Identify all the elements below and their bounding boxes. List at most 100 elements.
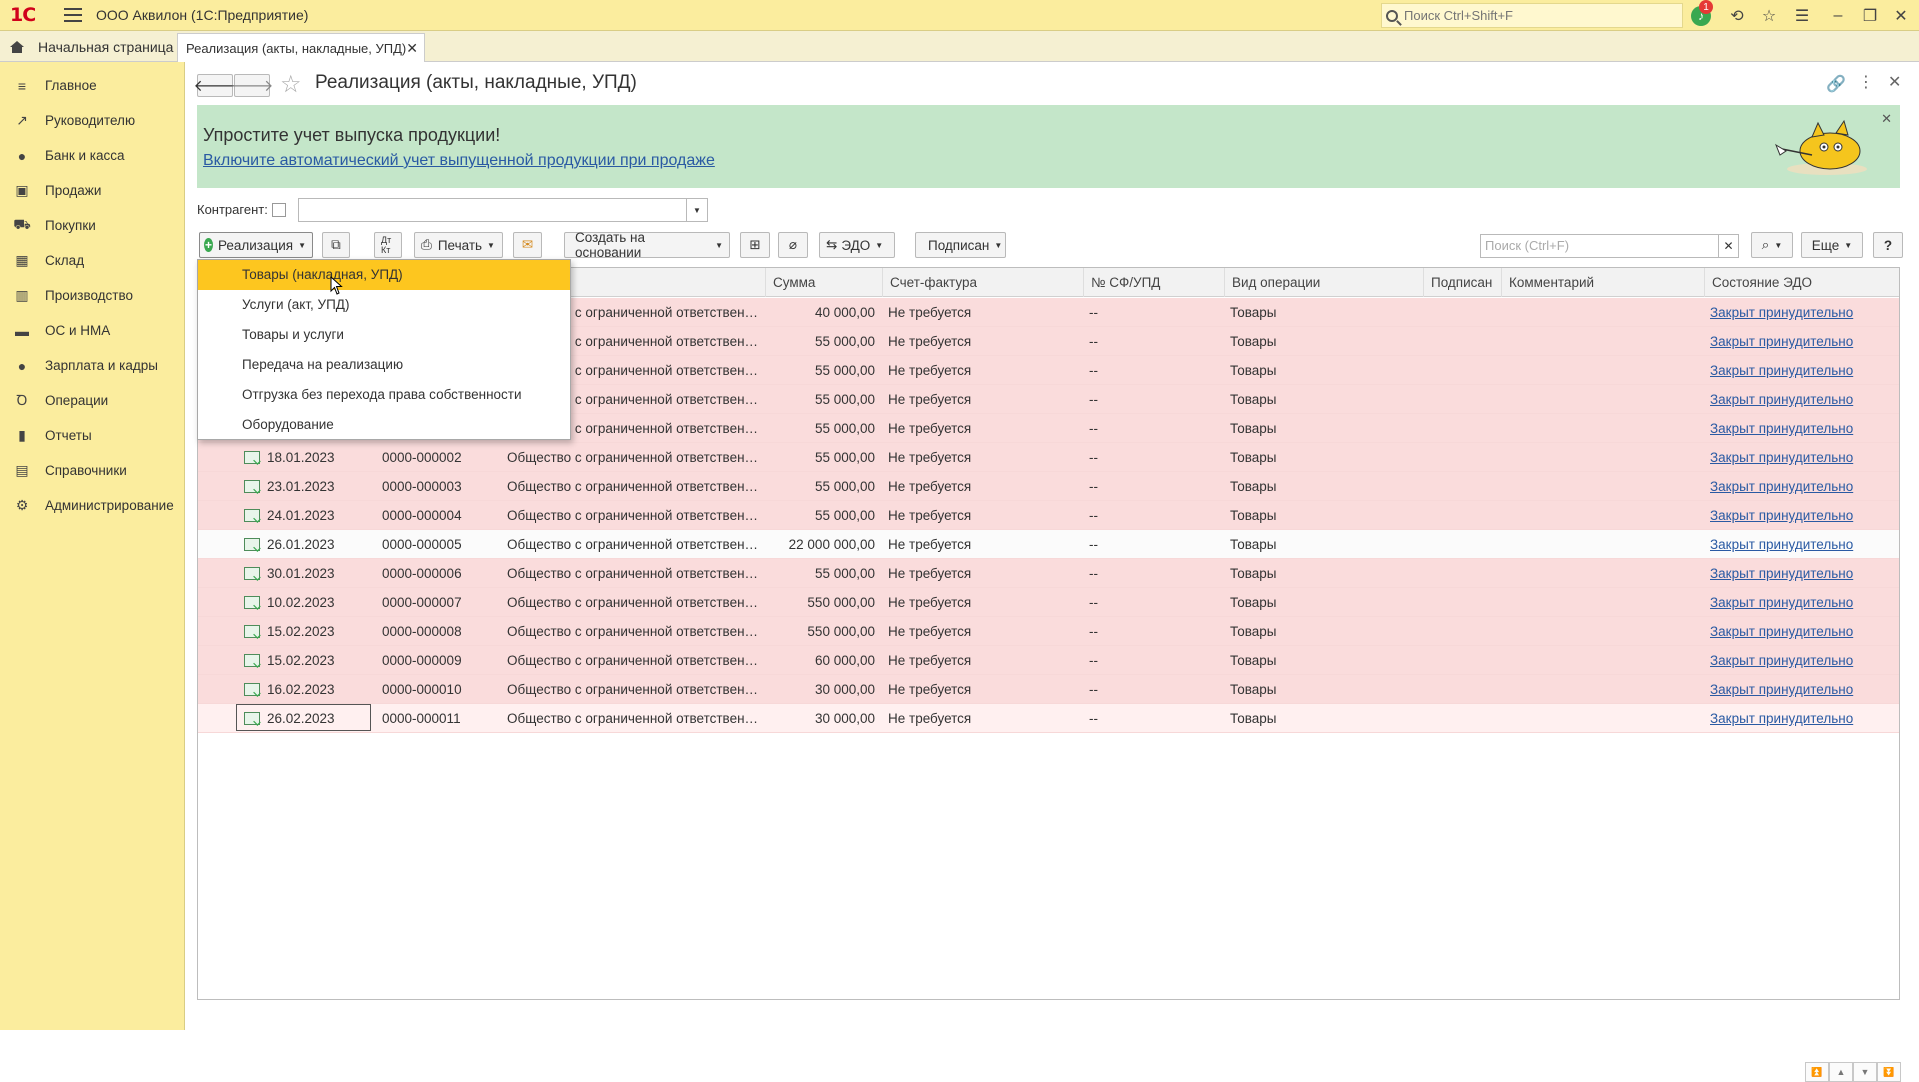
counterparty-dropdown-button[interactable]: ▼ [687, 198, 708, 222]
sidebar-item-references[interactable]: ▤ Справочники [0, 453, 184, 488]
cell-sum: 55 000,00 [814, 363, 875, 378]
clear-search-icon[interactable]: ✕ [1719, 234, 1739, 258]
cell-sum: 22 000 000,00 [788, 537, 875, 552]
sidebar-item-salary[interactable]: ● Зарплата и кадры [0, 348, 184, 383]
back-button[interactable]: 🡐 [194, 74, 236, 97]
show-postings-button[interactable]: Дт Кт [374, 232, 402, 258]
signed-button[interactable]: Подписан ▼ [915, 232, 1006, 258]
menu-item-consignment[interactable]: Передача на реализацию [198, 350, 570, 380]
counterparty-checkbox[interactable] [272, 203, 286, 217]
sidebar-item-admin[interactable]: ⚙ Администрирование [0, 488, 184, 523]
cell-edo[interactable]: Закрыт принудительно [1710, 675, 1899, 704]
document-structure-button[interactable]: ⊞ [740, 232, 770, 258]
attach-files-button[interactable]: ⌀ [778, 232, 808, 258]
sidebar-item-reports[interactable]: ▮ Отчеты [0, 418, 184, 453]
table-row[interactable]: 16.02.2023 0000-000010 Общество с ограниче… [198, 675, 1899, 704]
history-icon[interactable]: ⟲ [1725, 4, 1749, 28]
header-sum[interactable]: Сумма [765, 268, 882, 297]
counterparty-input[interactable] [298, 198, 687, 222]
forward-button[interactable]: 🡒 [231, 74, 273, 97]
global-search[interactable] [1381, 3, 1683, 28]
header-invoice[interactable]: Счет-фактура [882, 268, 1083, 297]
table-row[interactable]: 24.01.2023 0000-000004 Общество с ограниче… [198, 501, 1899, 530]
cell-sum: 550 000,00 [807, 624, 875, 639]
header-comment[interactable]: Комментарий [1501, 268, 1704, 297]
cell-edo[interactable]: Закрыт принудительно [1710, 530, 1899, 559]
sidebar-item-warehouse[interactable]: ▦ Склад [0, 243, 184, 278]
table-row[interactable]: 18.01.2023 0000-000002 Общество с ограниче… [198, 443, 1899, 472]
favorites-star-icon[interactable]: ☆ [1757, 4, 1781, 28]
cell-edo[interactable]: Закрыт принудительно [1710, 559, 1899, 588]
cell-edo[interactable]: Закрыт принудительно [1710, 443, 1899, 472]
menu-item-goods[interactable]: Товары (накладная, УПД) [198, 260, 570, 290]
close-banner-icon[interactable]: ✕ [1881, 111, 1892, 127]
more-button[interactable]: Еще ▼ [1801, 232, 1863, 258]
create-based-on-button[interactable]: Создать на основании ▼ [564, 230, 730, 260]
header-operation[interactable]: Вид операции [1224, 268, 1423, 297]
sidebar-item-purchases[interactable]: ⛟ Покупки [0, 208, 184, 243]
header-sfupd[interactable]: № СФ/УПД [1083, 268, 1224, 297]
global-search-input[interactable] [1404, 8, 1664, 23]
scroll-up-button[interactable]: ▲ [1829, 1062, 1853, 1082]
menu-item-goods-services[interactable]: Товары и услуги [198, 320, 570, 350]
banner-link[interactable]: Включите автоматический учет выпущенной … [203, 152, 715, 170]
scroll-top-button[interactable]: ⏫ [1805, 1062, 1829, 1082]
cell-edo[interactable]: Закрыт принудительно [1710, 298, 1899, 327]
cell-edo[interactable]: Закрыт принудительно [1710, 588, 1899, 617]
add-favorite-star-icon[interactable]: ☆ [280, 70, 302, 99]
table-row[interactable]: 10.02.2023 0000-000007 Общество с ограниче… [198, 588, 1899, 617]
cell-edo[interactable]: Закрыт принудительно [1710, 356, 1899, 385]
cell-edo[interactable]: Закрыт принудительно [1710, 646, 1899, 675]
restore-window-icon[interactable]: ❐ [1858, 4, 1882, 28]
menu-item-shipment-no-ownership[interactable]: Отгрузка без перехода права собственност… [198, 380, 570, 410]
list-search-input[interactable]: Поиск (Ctrl+F) [1480, 234, 1719, 258]
tab-current[interactable]: Реализация (акты, накладные, УПД) ✕ [177, 33, 425, 62]
functions-menu-icon[interactable]: ☰ [1790, 4, 1814, 28]
help-button[interactable]: ? [1873, 232, 1903, 258]
sidebar-item-operations[interactable]: Ꝺ Операции [0, 383, 184, 418]
menu-item-services[interactable]: Услуги (акт, УПД) [198, 290, 570, 320]
send-email-button[interactable]: ✉ [513, 232, 542, 258]
cell-edo[interactable]: Закрыт принудительно [1710, 617, 1899, 646]
close-icon[interactable]: ✕ [1888, 72, 1901, 92]
copy-document-button[interactable]: ⧉ [322, 232, 350, 258]
sidebar-item-main[interactable]: ≡ Главное [0, 68, 184, 103]
sidebar-item-bank[interactable]: ● Банк и касса [0, 138, 184, 173]
link-icon[interactable]: 🔗 [1826, 74, 1846, 94]
edo-button[interactable]: ⇆ ЭДО ▼ [819, 232, 895, 258]
search-button[interactable]: ⌕ ▼ [1751, 232, 1793, 258]
scroll-down-button[interactable]: ▼ [1853, 1062, 1877, 1082]
cell-edo[interactable]: Закрыт принудительно [1710, 385, 1899, 414]
main-form: 🡐 🡒 ☆ Реализация (акты, накладные, УПД) … [185, 62, 1919, 1082]
menu-item-equipment[interactable]: Оборудование [198, 410, 570, 440]
header-edo[interactable]: Состояние ЭДО [1704, 268, 1899, 297]
cell-edo[interactable]: Закрыт принудительно [1710, 414, 1899, 443]
more-actions-icon[interactable]: ⋮ [1858, 72, 1874, 92]
cell-edo[interactable]: Закрыт принудительно [1710, 704, 1899, 733]
cell-sum: 55 000,00 [814, 334, 875, 349]
cell-invoice: Не требуется [888, 334, 972, 349]
sidebar-item-manager[interactable]: ↗ Руководителю [0, 103, 184, 138]
table-row[interactable]: 15.02.2023 0000-000009 Общество с ограниче… [198, 646, 1899, 675]
scroll-bottom-button[interactable]: ⏬ [1877, 1062, 1901, 1082]
create-sale-button[interactable]: + Реализация ▼ [199, 232, 313, 258]
cell-edo[interactable]: Закрыт принудительно [1710, 472, 1899, 501]
main-menu-icon[interactable] [64, 8, 82, 22]
close-tab-icon[interactable]: ✕ [406, 40, 418, 57]
cell-number: 0000-000010 [382, 682, 462, 697]
cell-edo[interactable]: Закрыт принудительно [1710, 327, 1899, 356]
table-row[interactable]: 23.01.2023 0000-000003 Общество с ограниче… [198, 472, 1899, 501]
table-row[interactable]: 26.01.2023 0000-000005 Общество с ограниче… [198, 530, 1899, 559]
table-row[interactable]: 26.02.2023 0000-000011 Общество с ограниче… [198, 704, 1899, 733]
sidebar-item-assets[interactable]: ▬ ОС и НМА [0, 313, 184, 348]
table-row[interactable]: 30.01.2023 0000-000006 Общество с ограниче… [198, 559, 1899, 588]
close-window-icon[interactable]: ✕ [1889, 4, 1913, 28]
header-signed[interactable]: Подписан [1423, 268, 1501, 297]
sidebar-item-sales[interactable]: ▣ Продажи [0, 173, 184, 208]
minimize-icon[interactable]: – [1826, 4, 1850, 28]
cell-edo[interactable]: Закрыт принудительно [1710, 501, 1899, 530]
print-button[interactable]: ⎙ Печать ▼ [414, 232, 503, 258]
table-row[interactable]: 15.02.2023 0000-000008 Общество с ограниче… [198, 617, 1899, 646]
tab-home[interactable]: Начальная страница [0, 31, 176, 62]
sidebar-item-production[interactable]: ▥ Производство [0, 278, 184, 313]
